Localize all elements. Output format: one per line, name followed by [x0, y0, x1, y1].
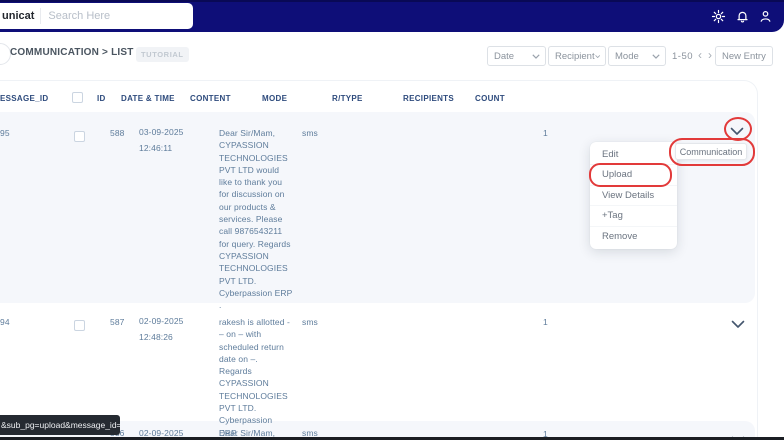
cell-time: 12:48:26	[139, 332, 173, 342]
col-header-mode: MODE	[262, 94, 288, 103]
pagination-prev-icon[interactable]: ‹	[698, 48, 702, 62]
cell-date-time: 03-09-2025 12:46:11	[139, 124, 183, 156]
row-actions-chevron-icon[interactable]	[731, 316, 745, 328]
app-window: unicat COMMUNICATION > LIST (588) TUTORI…	[0, 0, 784, 440]
navbar-top-edge	[0, 0, 784, 2]
menu-item-upload[interactable]: Upload	[590, 164, 677, 184]
row-actions-chevron-icon[interactable]	[730, 123, 744, 135]
tutorial-badge[interactable]: TUTORIAL	[136, 47, 189, 62]
col-header-rtype: R/TYPE	[332, 94, 363, 103]
chevron-down-icon	[532, 53, 540, 59]
pagination-next-icon[interactable]: ›	[708, 48, 712, 62]
cell-date-time: 02-09-2025 12:48:26	[139, 313, 183, 345]
row-checkbox[interactable]	[74, 131, 85, 142]
cell-message-id: 95	[0, 128, 10, 138]
col-header-id: ID	[97, 94, 106, 103]
filter-select-mode[interactable]: Mode	[608, 46, 666, 66]
communication-tooltip: Communication	[675, 143, 747, 160]
filter-select-recipient-label: Recipient	[555, 50, 595, 62]
filter-select-mode-label: Mode	[615, 50, 639, 62]
filter-select-recipient[interactable]: Recipient	[548, 46, 606, 66]
settings-gear-icon[interactable]	[711, 9, 726, 24]
cell-date: 02-09-2025	[139, 316, 184, 326]
filter-select-date-label: Date	[494, 50, 515, 62]
app-logo-text: unicat	[2, 10, 35, 22]
pagination-range: 1-50	[672, 51, 694, 62]
cell-time: 12:46:11	[139, 143, 173, 153]
user-profile-icon[interactable]	[758, 9, 773, 24]
menu-item-remove[interactable]: Remove	[590, 225, 677, 246]
col-header-content: CONTENT	[190, 94, 231, 103]
col-header-date-time: DATE & TIME	[121, 94, 175, 103]
row-checkbox[interactable]	[74, 320, 85, 331]
header-checkbox[interactable]	[72, 92, 83, 103]
cell-mode: sms	[302, 128, 318, 138]
cell-date: 03-09-2025	[139, 127, 184, 137]
cell-message-id: 94	[0, 317, 10, 327]
new-entry-button[interactable]: New Entry	[715, 46, 773, 66]
cell-id: 588	[110, 128, 125, 138]
status-bar-link-preview: &sub_pg=upload&message_id=595	[0, 415, 120, 435]
col-header-count: COUNT	[475, 94, 505, 103]
notification-bell-icon[interactable]	[735, 9, 750, 24]
cell-mode: sms	[302, 317, 318, 327]
cell-count: 1	[543, 317, 548, 327]
cell-id: 587	[110, 317, 125, 327]
filter-select-date[interactable]: Date	[487, 46, 546, 66]
chevron-down-icon	[594, 54, 600, 58]
col-header-message-id: ESSAGE_ID	[0, 94, 49, 103]
cell-content: Dear Sir/Mam, CYPASSION TECHNOLOGIES PVT…	[219, 128, 293, 311]
search-input[interactable]	[41, 9, 191, 23]
global-search-bar: unicat	[0, 3, 193, 29]
menu-item-tag[interactable]: +Tag	[590, 205, 677, 225]
menu-item-edit[interactable]: Edit	[590, 145, 677, 164]
row-context-menu: Edit Upload View Details +Tag Remove	[590, 142, 677, 249]
menu-item-view-details[interactable]: View Details	[590, 184, 677, 205]
cell-content: rakesh is allotted - – on – with schedul…	[219, 317, 290, 438]
cell-count: 1	[543, 128, 548, 138]
col-header-recipients: RECIPIENTS	[403, 94, 455, 103]
chevron-down-icon	[652, 53, 660, 59]
